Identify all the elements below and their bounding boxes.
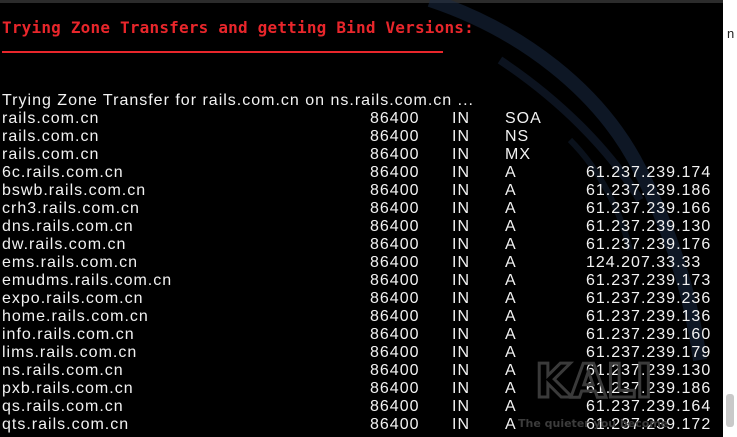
record-value: 61.237.239.160 <box>586 326 712 343</box>
record-ttl: 86400 <box>370 128 420 145</box>
record-value: 61.237.239.173 <box>586 272 712 289</box>
section-heading: Trying Zone Transfers and getting Bind V… <box>2 18 474 37</box>
record-class: IN <box>452 164 470 181</box>
record-name: info.rails.com.cn <box>2 326 135 343</box>
right-panel-edge <box>723 0 737 437</box>
record-value: 61.237.239.174 <box>586 164 712 181</box>
record-class: IN <box>452 398 470 415</box>
record-ttl: 86400 <box>370 146 420 163</box>
record-type: A <box>505 200 517 217</box>
record-name: ns.rails.com.cn <box>2 362 124 379</box>
record-name: emudms.rails.com.cn <box>2 272 173 289</box>
record-value: 61.237.239.136 <box>586 308 712 325</box>
record-type: A <box>505 272 517 289</box>
record-name: dns.rails.com.cn <box>2 218 134 235</box>
record-name: qts.rails.com.cn <box>2 416 130 433</box>
record-class: IN <box>452 290 470 307</box>
record-value: 61.237.239.166 <box>586 200 712 217</box>
record-name: dw.rails.com.cn <box>2 236 127 253</box>
record-class: IN <box>452 110 470 127</box>
record-type: A <box>505 344 517 361</box>
record-value: 124.207.33.33 <box>586 254 702 271</box>
record-class: IN <box>452 146 470 163</box>
record-name: rails.com.cn <box>2 128 100 145</box>
record-class: IN <box>452 254 470 271</box>
record-class: IN <box>452 308 470 325</box>
record-ttl: 86400 <box>370 110 420 127</box>
record-class: IN <box>452 218 470 235</box>
record-name: qs.rails.com.cn <box>2 398 124 415</box>
record-ttl: 86400 <box>370 218 420 235</box>
record-class: IN <box>452 416 470 433</box>
kali-tagline: The quieter you become <box>518 417 669 430</box>
terminal-window[interactable]: Trying Zone Transfers and getting Bind V… <box>0 0 723 437</box>
record-name: bswb.rails.com.cn <box>2 182 147 199</box>
record-class: IN <box>452 326 470 343</box>
record-type: A <box>505 380 517 397</box>
record-name: 6c.rails.com.cn <box>2 164 124 181</box>
record-ttl: 86400 <box>370 416 420 433</box>
record-name: rails.com.cn <box>2 110 100 127</box>
kali-logo-text: KALI <box>535 354 653 408</box>
record-value: 61.237.239.186 <box>586 182 712 199</box>
record-ttl: 86400 <box>370 326 420 343</box>
record-name: rails.com.cn <box>2 146 100 163</box>
record-type: A <box>505 416 517 433</box>
record-name: expo.rails.com.cn <box>2 290 144 307</box>
record-type: A <box>505 290 517 307</box>
record-ttl: 86400 <box>370 164 420 181</box>
record-type: A <box>505 398 517 415</box>
record-ttl: 86400 <box>370 290 420 307</box>
record-class: IN <box>452 182 470 199</box>
record-ttl: 86400 <box>370 200 420 217</box>
heading-underline <box>2 51 443 53</box>
record-ttl: 86400 <box>370 344 420 361</box>
record-type: A <box>505 308 517 325</box>
record-class: IN <box>452 344 470 361</box>
record-class: IN <box>452 236 470 253</box>
record-ttl: 86400 <box>370 362 420 379</box>
record-ttl: 86400 <box>370 308 420 325</box>
record-class: IN <box>452 362 470 379</box>
record-type: A <box>505 182 517 199</box>
record-type: MX <box>505 146 531 163</box>
record-class: IN <box>452 380 470 397</box>
record-type: A <box>505 362 517 379</box>
record-type: A <box>505 236 517 253</box>
record-type: SOA <box>505 110 542 127</box>
record-name: crh3.rails.com.cn <box>2 200 140 217</box>
record-class: IN <box>452 200 470 217</box>
record-ttl: 86400 <box>370 398 420 415</box>
record-value: 61.237.239.130 <box>586 218 712 235</box>
record-name: lims.rails.com.cn <box>2 344 138 361</box>
record-value: 61.237.239.236 <box>586 290 712 307</box>
record-ttl: 86400 <box>370 380 420 397</box>
record-ttl: 86400 <box>370 254 420 271</box>
record-ttl: 86400 <box>370 236 420 253</box>
record-class: IN <box>452 272 470 289</box>
record-ttl: 86400 <box>370 272 420 289</box>
scrollbar-thumb[interactable] <box>726 394 734 427</box>
record-type: A <box>505 254 517 271</box>
record-type: A <box>505 164 517 181</box>
record-name: pxb.rails.com.cn <box>2 380 134 397</box>
record-type: A <box>505 218 517 235</box>
side-text-fragment: n <box>727 26 735 41</box>
record-type: NS <box>505 128 530 145</box>
record-name: home.rails.com.cn <box>2 308 149 325</box>
record-type: A <box>505 326 517 343</box>
record-value: 61.237.239.176 <box>586 236 712 253</box>
zone-transfer-intro: Trying Zone Transfer for rails.com.cn on… <box>2 92 474 109</box>
record-class: IN <box>452 128 470 145</box>
record-name: ems.rails.com.cn <box>2 254 139 271</box>
record-ttl: 86400 <box>370 182 420 199</box>
